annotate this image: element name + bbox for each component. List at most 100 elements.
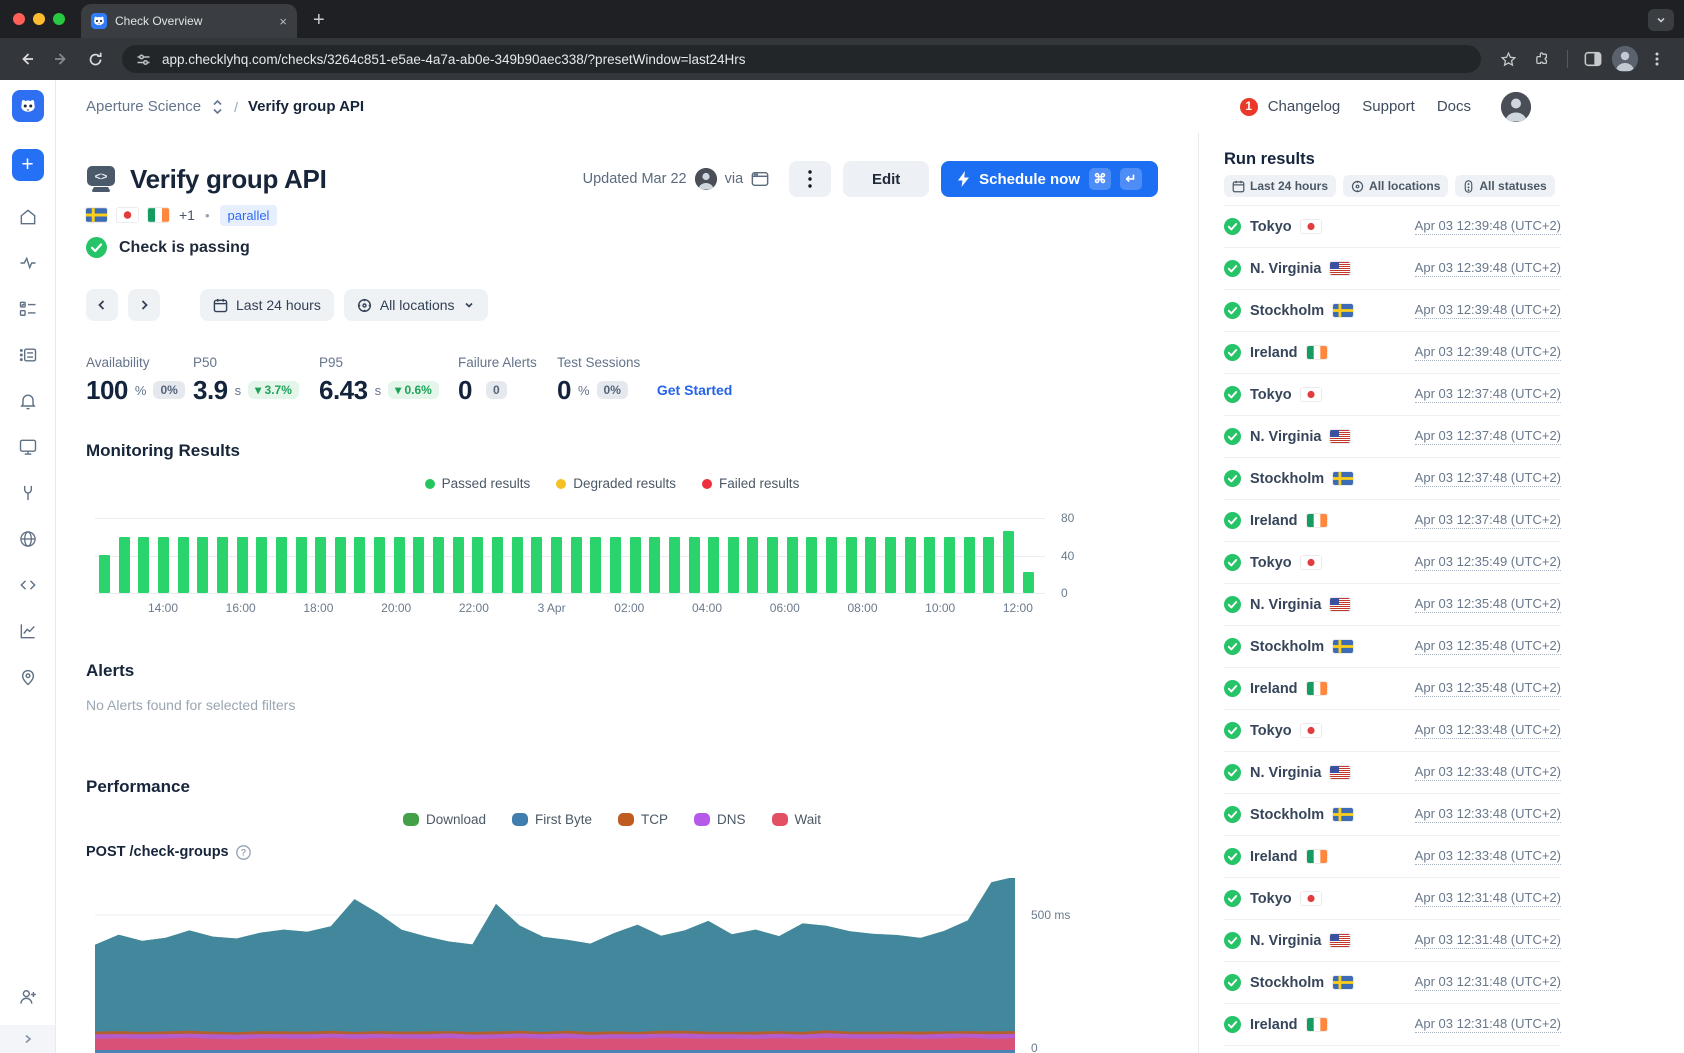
- filter-pill-location[interactable]: All locations: [1343, 175, 1448, 197]
- sidebar-home-icon[interactable]: [18, 207, 38, 227]
- result-bar[interactable]: [924, 537, 935, 593]
- result-bar[interactable]: [728, 537, 739, 593]
- maximize-window-button[interactable]: [53, 13, 65, 25]
- run-timestamp-link[interactable]: Apr 03 12:35:49 (UTC+2): [1415, 554, 1561, 572]
- window-menu-chevron[interactable]: [1648, 9, 1674, 31]
- result-bar[interactable]: [551, 537, 562, 593]
- sidebar-checks-icon[interactable]: [18, 299, 38, 319]
- support-link[interactable]: Support: [1362, 98, 1415, 115]
- site-settings-icon[interactable]: [136, 52, 151, 67]
- filter-pill-status[interactable]: All statuses: [1455, 175, 1554, 197]
- sidebar-locations-pin-icon[interactable]: [18, 667, 38, 687]
- run-timestamp-link[interactable]: Apr 03 12:31:48 (UTC+2): [1415, 974, 1561, 992]
- browser-tab[interactable]: Check Overview ×: [81, 4, 297, 38]
- result-bar[interactable]: [590, 537, 601, 593]
- breadcrumb-account[interactable]: Aperture Science: [86, 98, 201, 115]
- run-timestamp-link[interactable]: Apr 03 12:39:48 (UTC+2): [1415, 260, 1561, 278]
- sidebar-analytics-icon[interactable]: [18, 621, 38, 641]
- result-bar[interactable]: [374, 537, 385, 593]
- result-bar[interactable]: [512, 537, 523, 593]
- result-bar[interactable]: [885, 537, 896, 593]
- filter-pill-calendar[interactable]: Last 24 hours: [1224, 175, 1336, 197]
- run-result-row[interactable]: Tokyo Apr 03 12:33:48 (UTC+2): [1224, 710, 1561, 752]
- result-bar[interactable]: [354, 537, 365, 593]
- invite-user-icon[interactable]: [18, 987, 38, 1007]
- run-result-row[interactable]: Stockholm Apr 03 12:39:48 (UTC+2): [1224, 290, 1561, 332]
- result-bar[interactable]: [197, 537, 208, 593]
- run-timestamp-link[interactable]: Apr 03 12:31:48 (UTC+2): [1415, 890, 1561, 908]
- result-bar[interactable]: [99, 555, 110, 593]
- result-bar[interactable]: [630, 537, 641, 593]
- sidebar-dashboards-icon[interactable]: [18, 437, 38, 457]
- result-bar[interactable]: [531, 537, 542, 593]
- run-result-row[interactable]: N. Virginia Apr 03 12:33:48 (UTC+2): [1224, 752, 1561, 794]
- run-result-row[interactable]: Tokyo Apr 03 12:37:48 (UTC+2): [1224, 374, 1561, 416]
- reload-button[interactable]: [80, 44, 110, 74]
- run-result-row[interactable]: Stockholm Apr 03 12:37:48 (UTC+2): [1224, 458, 1561, 500]
- result-bar[interactable]: [708, 537, 719, 593]
- result-bar[interactable]: [335, 537, 346, 593]
- extensions-icon[interactable]: [1527, 44, 1557, 74]
- edit-button[interactable]: Edit: [843, 161, 929, 197]
- result-bar[interactable]: [571, 537, 582, 593]
- result-bar[interactable]: [787, 537, 798, 593]
- run-timestamp-link[interactable]: Apr 03 12:35:48 (UTC+2): [1415, 638, 1561, 656]
- sidebar-private-locations-globe-icon[interactable]: [18, 529, 38, 549]
- run-timestamp-link[interactable]: Apr 03 12:31:48 (UTC+2): [1415, 932, 1561, 950]
- docs-link[interactable]: Docs: [1437, 98, 1471, 115]
- result-bar[interactable]: [472, 537, 483, 593]
- run-timestamp-link[interactable]: Apr 03 12:33:48 (UTC+2): [1415, 806, 1561, 824]
- changelog-link[interactable]: Changelog: [1268, 98, 1341, 115]
- browser-profile-avatar[interactable]: [1612, 46, 1638, 72]
- run-result-row[interactable]: Stockholm Apr 03 12:35:48 (UTC+2): [1224, 626, 1561, 668]
- run-result-row[interactable]: Ireland Apr 03 12:35:48 (UTC+2): [1224, 668, 1561, 710]
- result-bar[interactable]: [394, 537, 405, 593]
- address-bar[interactable]: app.checklyhq.com/checks/3264c851-e5ae-4…: [122, 45, 1481, 73]
- run-timestamp-link[interactable]: Apr 03 12:39:48 (UTC+2): [1415, 344, 1561, 362]
- result-bar[interactable]: [315, 537, 326, 593]
- forward-button[interactable]: [46, 44, 76, 74]
- run-timestamp-link[interactable]: Apr 03 12:39:48 (UTC+2): [1415, 302, 1561, 320]
- result-bar[interactable]: [649, 537, 660, 593]
- run-result-row[interactable]: N. Virginia Apr 03 12:37:48 (UTC+2): [1224, 416, 1561, 458]
- result-bar[interactable]: [806, 537, 817, 593]
- result-bar[interactable]: [237, 537, 248, 593]
- run-timestamp-link[interactable]: Apr 03 12:37:48 (UTC+2): [1415, 512, 1561, 530]
- run-result-row[interactable]: Stockholm Apr 03 12:33:48 (UTC+2): [1224, 794, 1561, 836]
- performance-chart[interactable]: 500 ms0: [95, 878, 1015, 1053]
- run-timestamp-link[interactable]: Apr 03 12:37:48 (UTC+2): [1415, 428, 1561, 446]
- user-avatar[interactable]: [1501, 92, 1531, 122]
- bookmark-star-icon[interactable]: [1493, 44, 1523, 74]
- result-bar[interactable]: [453, 537, 464, 593]
- result-bar[interactable]: [865, 537, 876, 593]
- tab-close-icon[interactable]: ×: [279, 14, 287, 29]
- result-bar[interactable]: [747, 537, 758, 593]
- result-bar[interactable]: [983, 537, 994, 593]
- run-result-row[interactable]: N. Virginia Apr 03 12:35:48 (UTC+2): [1224, 584, 1561, 626]
- run-result-row[interactable]: Tokyo Apr 03 12:39:48 (UTC+2): [1224, 206, 1561, 248]
- new-tab-button[interactable]: +: [313, 10, 325, 30]
- run-result-row[interactable]: Stockholm Apr 03 12:31:48 (UTC+2): [1224, 962, 1561, 1004]
- result-bar[interactable]: [767, 537, 778, 593]
- help-question-icon[interactable]: ?: [236, 845, 251, 860]
- minimize-window-button[interactable]: [33, 13, 45, 25]
- result-bar[interactable]: [433, 537, 444, 593]
- sidebar-api-code-icon[interactable]: [18, 575, 38, 595]
- result-bar[interactable]: [492, 537, 503, 593]
- close-window-button[interactable]: [13, 13, 25, 25]
- run-result-row[interactable]: Ireland Apr 03 12:37:48 (UTC+2): [1224, 500, 1561, 542]
- run-result-row[interactable]: Tokyo Apr 03 12:31:48 (UTC+2): [1224, 878, 1561, 920]
- run-result-row[interactable]: Ireland Apr 03 12:39:48 (UTC+2): [1224, 332, 1561, 374]
- result-bar[interactable]: [296, 537, 307, 593]
- locations-filter[interactable]: All locations: [344, 289, 488, 321]
- result-bar[interactable]: [178, 537, 189, 593]
- check-options-kebab-button[interactable]: [789, 161, 831, 197]
- result-bar[interactable]: [413, 537, 424, 593]
- sidebar-maintenance-icon[interactable]: [18, 483, 38, 503]
- sidebar-activity-icon[interactable]: [18, 253, 38, 273]
- browser-menu-kebab-icon[interactable]: [1642, 44, 1672, 74]
- previous-period-button[interactable]: [86, 289, 118, 321]
- result-bar[interactable]: [669, 537, 680, 593]
- schedule-now-button[interactable]: Schedule now ⌘ ↵: [941, 161, 1158, 197]
- get-started-link[interactable]: Get Started: [657, 382, 732, 398]
